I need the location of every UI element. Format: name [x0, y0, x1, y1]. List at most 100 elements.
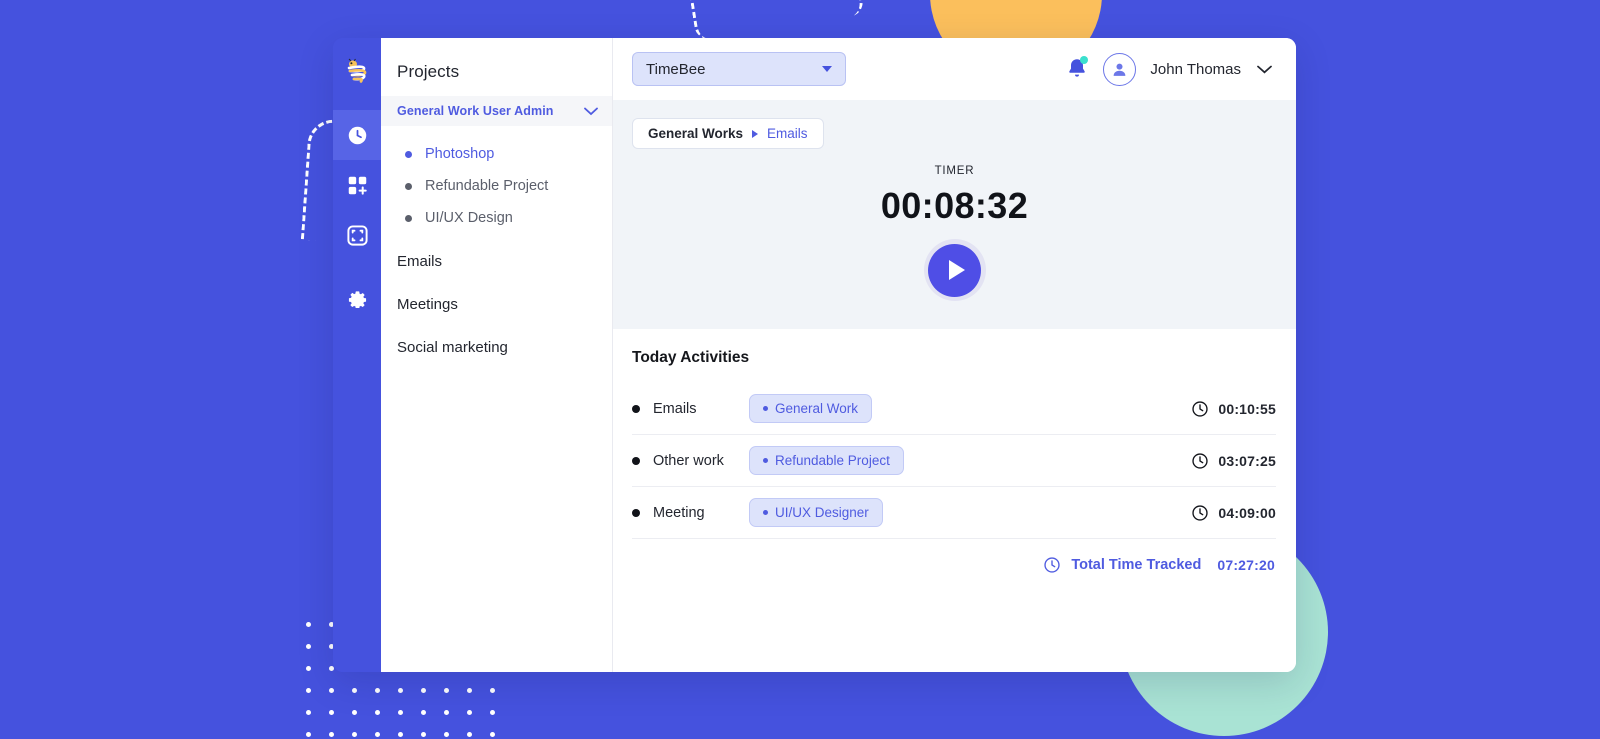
grid-dot	[421, 710, 426, 715]
grid-dot	[375, 710, 380, 715]
user-avatar-icon	[1114, 63, 1126, 76]
total-time-label: Total Time Tracked	[1071, 557, 1202, 573]
grid-dot	[329, 732, 334, 737]
breadcrumb[interactable]: General Works Emails	[632, 118, 824, 149]
grid-dot	[490, 732, 495, 737]
activity-time-value: 04:09:00	[1218, 504, 1276, 521]
clock-icon	[1044, 557, 1060, 573]
activity-tag[interactable]: Refundable Project	[749, 446, 904, 475]
project-list: Photoshop Refundable Project UI/UX Design	[381, 126, 612, 240]
sidebar-item-time-tracking[interactable]	[333, 110, 381, 160]
notification-bell-icon[interactable]	[1065, 56, 1089, 82]
grid-dot	[398, 688, 403, 693]
clock-icon	[1192, 400, 1208, 417]
grid-dot	[490, 688, 495, 693]
main-panel: TimeBee John Thomas General Works Emails…	[613, 38, 1296, 672]
activity-row: Emails General Work 00:10:55	[632, 383, 1276, 435]
project-item-label: Photoshop	[425, 146, 495, 162]
activity-time: 03:07:25	[1191, 452, 1276, 470]
bullet-icon	[405, 214, 412, 222]
activity-name: Other work	[653, 452, 724, 469]
play-button-inner	[928, 243, 981, 297]
project-item[interactable]: Photoshop	[381, 138, 612, 170]
activity-tag-label: UI/UX Designer	[775, 505, 869, 520]
grid-dot	[329, 688, 334, 693]
activities-title: Today Activities	[632, 349, 750, 366]
grid-dot	[421, 688, 426, 693]
project-group-label: General Work User Admin	[397, 104, 554, 118]
grid-dot	[444, 710, 449, 715]
project-item[interactable]: UI/UX Design	[381, 202, 612, 234]
activity-tag-label: Refundable Project	[775, 453, 890, 468]
project-select-value: TimeBee	[646, 60, 706, 78]
project-select[interactable]: TimeBee	[632, 52, 846, 86]
grid-dot	[444, 688, 449, 693]
play-icon	[949, 260, 965, 280]
activity-name: Emails	[653, 400, 697, 417]
project-group-row[interactable]: General Work User Admin	[381, 96, 612, 126]
timer-block: TIMER 00:08:32	[613, 165, 1296, 301]
grid-dot	[306, 710, 311, 715]
grid-dot	[352, 732, 357, 737]
activity-time: 04:09:00	[1191, 504, 1276, 522]
user-menu-chevron-icon[interactable]	[1257, 61, 1272, 78]
grid-dot	[352, 688, 357, 693]
grid-dot	[467, 688, 472, 693]
project-item[interactable]: Refundable Project	[381, 170, 612, 202]
tag-dot-icon	[763, 406, 768, 411]
activity-tag[interactable]: General Work	[749, 394, 873, 423]
sidebar-nav-emails[interactable]: Emails	[381, 240, 612, 283]
timer-zone: General Works Emails TIMER 00:08:32	[613, 100, 1296, 329]
gear-icon	[348, 290, 366, 308]
avatar[interactable]	[1103, 52, 1137, 86]
grid-dot	[375, 688, 380, 693]
grid-dot	[398, 710, 403, 715]
grid-dot	[490, 710, 495, 715]
projects-title: Projects	[397, 62, 460, 81]
sidebar-nav-list: Emails Meetings Social marketing	[381, 240, 612, 369]
activity-time: 00:10:55	[1191, 400, 1276, 418]
chevron-down-icon[interactable]	[584, 105, 598, 118]
bee-logo-icon[interactable]	[333, 50, 381, 94]
breadcrumb-root[interactable]: General Works	[648, 126, 743, 141]
grid-dot	[306, 644, 311, 649]
timer-label: TIMER	[934, 165, 975, 177]
grid-dot	[398, 732, 403, 737]
bullet-icon	[632, 508, 640, 517]
activity-time-value: 03:07:25	[1218, 452, 1276, 469]
projects-sidebar: Projects General Work User Admin Photosh…	[381, 38, 613, 672]
bullet-icon	[632, 404, 640, 413]
sidebar-item-settings[interactable]	[333, 272, 381, 322]
project-item-label: UI/UX Design	[425, 210, 513, 226]
app-window: Projects General Work User Admin Photosh…	[333, 38, 1296, 672]
clock-icon	[1192, 452, 1208, 469]
caret-down-icon	[822, 66, 832, 72]
activity-row: Meeting UI/UX Designer 04:09:00	[632, 487, 1276, 539]
bullet-icon	[632, 456, 640, 465]
tag-dot-icon	[763, 510, 768, 515]
clock-icon	[348, 126, 366, 144]
icon-rail	[333, 38, 381, 672]
grid-dot	[352, 710, 357, 715]
sidebar-nav-meetings[interactable]: Meetings	[381, 283, 612, 326]
screenshot-frame-icon	[346, 224, 368, 246]
grid-dot	[306, 666, 311, 671]
bullet-icon	[405, 182, 412, 190]
grid-dot	[467, 710, 472, 715]
user-name: John Thomas	[1150, 60, 1241, 78]
total-time-value: 07:27:20	[1217, 557, 1275, 573]
play-button[interactable]	[923, 239, 986, 301]
clock-icon	[1192, 504, 1208, 521]
apps-add-icon	[348, 176, 367, 195]
activity-tag[interactable]: UI/UX Designer	[749, 498, 883, 527]
activity-tag-label: General Work	[775, 401, 859, 416]
breadcrumb-leaf[interactable]: Emails	[767, 126, 808, 141]
timer-value: 00:08:32	[880, 185, 1029, 226]
sidebar-item-apps[interactable]	[333, 160, 381, 210]
sidebar-nav-social-marketing[interactable]: Social marketing	[381, 326, 612, 369]
today-activities: Today Activities Emails General Work 00:10…	[613, 329, 1296, 672]
sidebar-item-screenshots[interactable]	[333, 210, 381, 260]
topbar-right: John Thomas	[1065, 52, 1272, 86]
activity-row: Other work Refundable Project 03:07:25	[632, 435, 1276, 487]
grid-dot	[306, 688, 311, 693]
